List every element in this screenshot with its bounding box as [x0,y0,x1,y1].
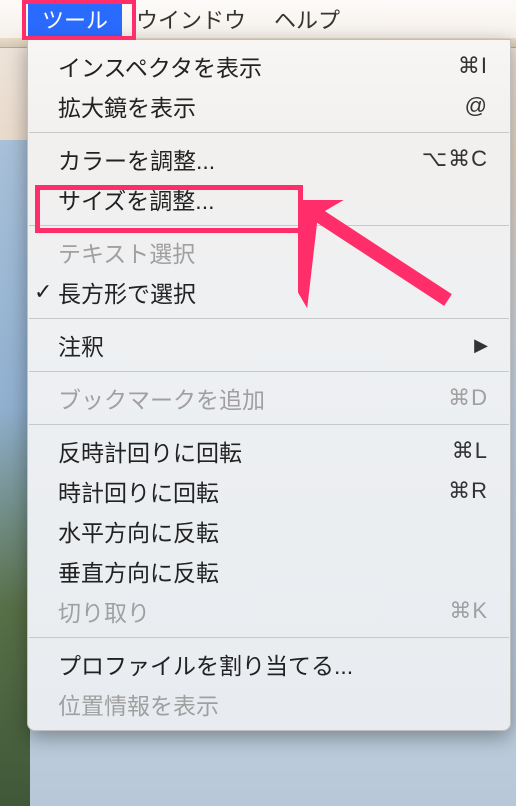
menu-text-selection: テキスト選択 [28,232,510,272]
menu-add-bookmark: ブックマークを追加 ⌘D [28,378,510,418]
menu-crop: 切り取り ⌘K [28,591,510,631]
menu-shortcut: ⌘I [458,53,488,79]
menu-separator [29,424,509,425]
menu-shortcut: ⌘L [452,438,488,464]
menu-shortcut: @ [465,93,488,119]
menubar: ツール ウインドウ ヘルプ [0,0,516,38]
menu-label: 時計回りに回転 [58,474,448,508]
menu-label: 位置情報を表示 [58,687,488,721]
menu-rotate-cw[interactable]: 時計回りに回転 ⌘R [28,471,510,511]
menu-adjust-color[interactable]: カラーを調整... ⌥⌘C [28,139,510,179]
menu-separator [29,371,509,372]
menu-rotate-ccw[interactable]: 反時計回りに回転 ⌘L [28,431,510,471]
menu-label: インスペクタを表示 [58,49,458,83]
menu-flip-vertical[interactable]: 垂直方向に反転 [28,551,510,591]
background-image [0,140,30,806]
menu-separator [29,132,509,133]
menu-adjust-size[interactable]: サイズを調整... [28,179,510,219]
menubar-tools[interactable]: ツール [28,0,122,41]
menu-show-magnifier[interactable]: 拡大鏡を表示 @ [28,86,510,126]
menu-label: カラーを調整... [58,142,422,176]
menu-shortcut: ⌘K [449,598,488,624]
menu-annotate[interactable]: 注釈 ▶ [28,325,510,365]
menu-label: ブックマークを追加 [58,381,448,415]
menubar-help[interactable]: ヘルプ [260,0,354,41]
chevron-right-icon: ▶ [474,335,488,356]
menu-shortcut: ⌘D [448,385,488,411]
menu-label: プロファイルを割り当てる... [58,647,488,681]
menu-assign-profile[interactable]: プロファイルを割り当てる... [28,644,510,684]
menu-separator [29,637,509,638]
menu-separator [29,225,509,226]
menu-label: テキスト選択 [58,235,488,269]
menu-separator [29,318,509,319]
menu-label: 反時計回りに回転 [58,434,452,468]
menu-label: 拡大鏡を表示 [58,89,465,123]
menu-label: 注釈 [58,328,474,362]
menubar-window[interactable]: ウインドウ [122,0,260,41]
menu-label: 水平方向に反転 [58,514,488,548]
menu-shortcut: ⌥⌘C [422,146,488,172]
menu-label: 垂直方向に反転 [58,554,488,588]
menu-shortcut: ⌘R [448,478,488,504]
menu-label: サイズを調整... [58,182,488,216]
menu-label: 長方形で選択 [58,275,488,309]
menu-flip-horizontal[interactable]: 水平方向に反転 [28,511,510,551]
tools-dropdown-menu: インスペクタを表示 ⌘I 拡大鏡を表示 @ カラーを調整... ⌥⌘C サイズを… [27,39,511,731]
checkmark-icon: ✓ [34,279,52,305]
menu-show-inspector[interactable]: インスペクタを表示 ⌘I [28,46,510,86]
menu-label: 切り取り [58,594,449,628]
menu-rect-selection[interactable]: ✓ 長方形で選択 [28,272,510,312]
menu-show-location: 位置情報を表示 [28,684,510,724]
